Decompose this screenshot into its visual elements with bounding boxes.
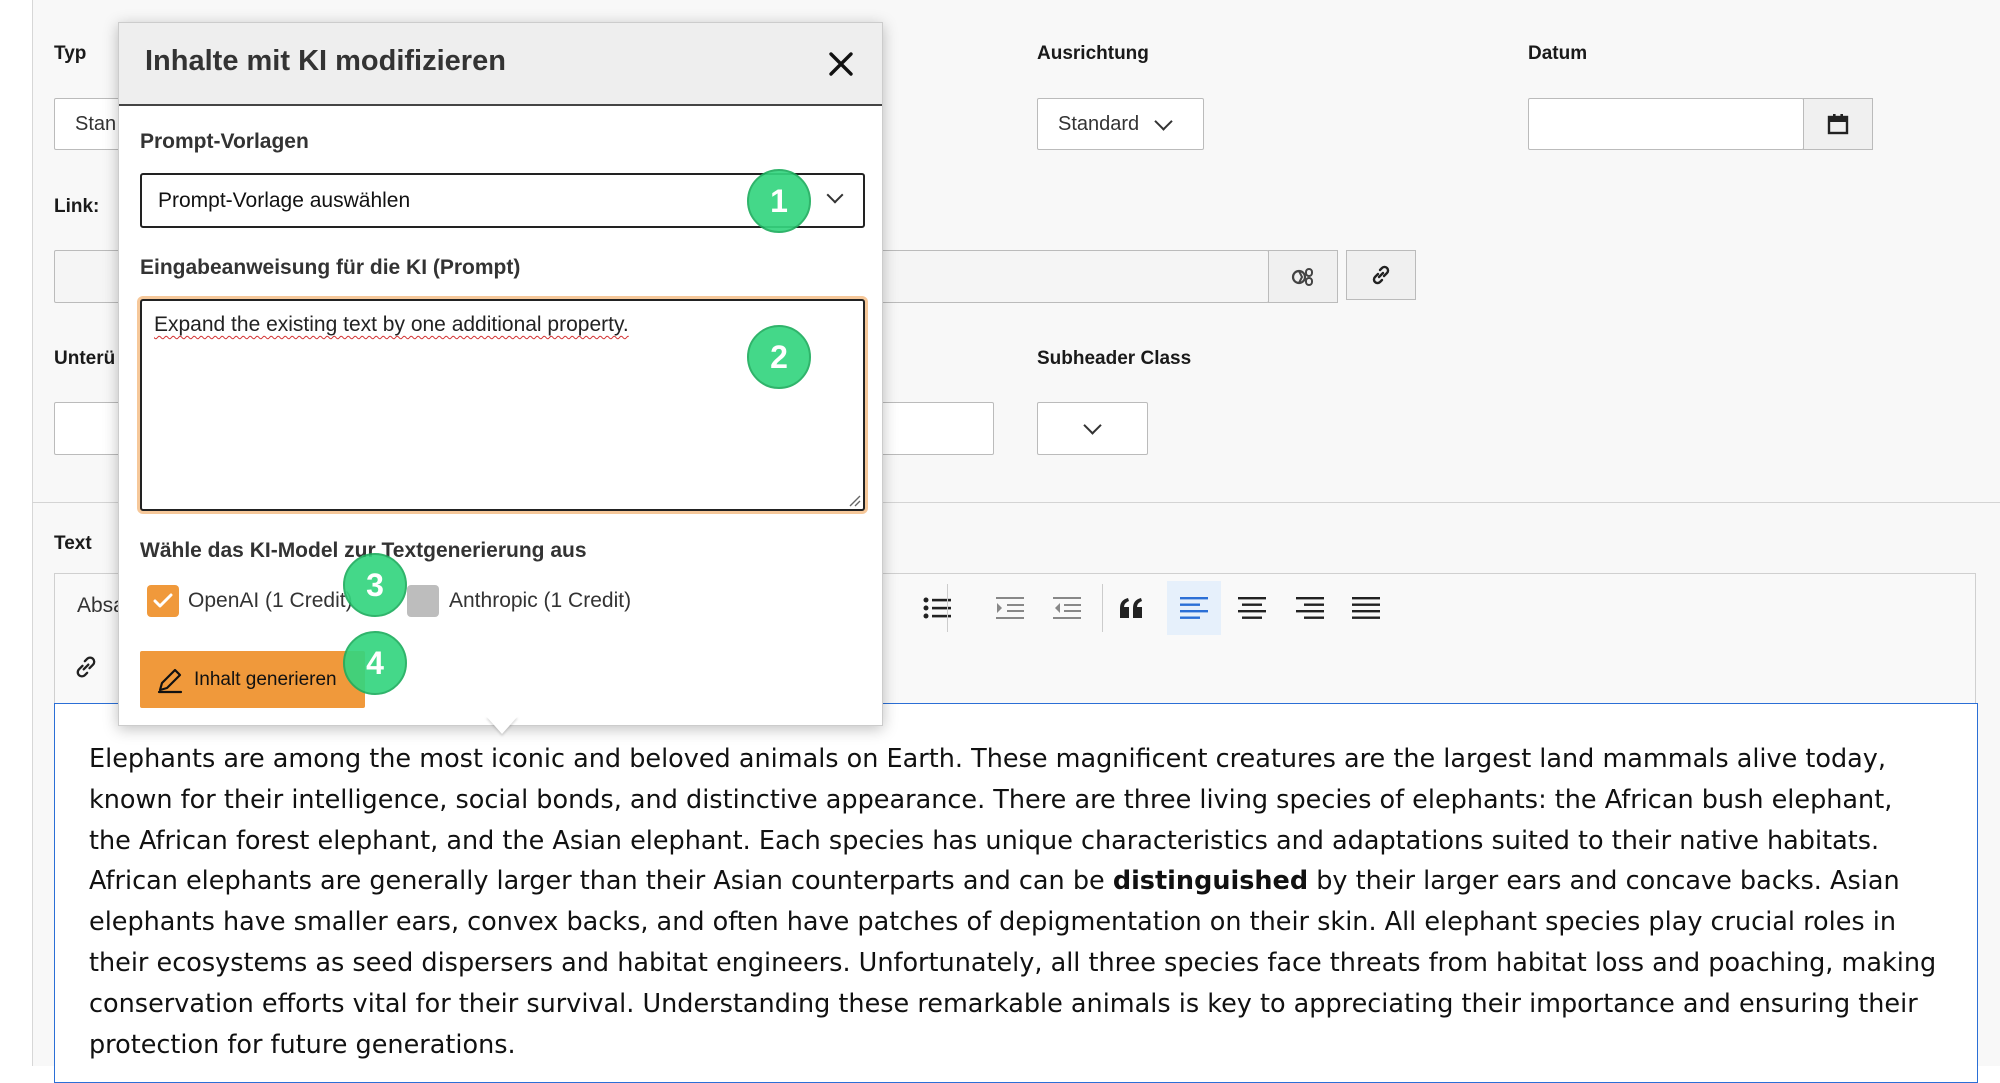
link-icon [1372, 265, 1390, 285]
ausrichtung-select-value: Standard [1058, 112, 1140, 135]
datum-input[interactable] [1528, 98, 1804, 150]
pencil-icon [157, 668, 183, 693]
align-justify-icon [1352, 597, 1380, 619]
popover-arrow [486, 716, 518, 734]
chevron-down-icon [1083, 416, 1102, 435]
align-right-icon [1296, 597, 1324, 619]
link-label: Link: [54, 196, 100, 217]
editor-link-button[interactable] [59, 640, 113, 694]
ausrichtung-label: Ausrichtung [1037, 43, 1149, 64]
blockquote-button[interactable] [1105, 581, 1159, 635]
prompt-textarea[interactable]: Expand the existing text by one addition… [140, 299, 865, 511]
align-center-button[interactable] [1225, 581, 1279, 635]
prompt-text: Expand the existing text by one addition… [154, 313, 629, 336]
link-icon [76, 656, 96, 678]
outdent-button[interactable] [1040, 581, 1094, 635]
subheader-class-select[interactable] [1037, 402, 1148, 455]
align-justify-button[interactable] [1339, 581, 1393, 635]
generate-content-button[interactable]: Inhalt generieren [140, 651, 365, 708]
datepicker-button[interactable] [1803, 98, 1873, 150]
openai-option-label[interactable]: OpenAI (1 Credit) [188, 589, 353, 613]
blockquote-icon [1120, 598, 1142, 618]
text-label: Text [54, 533, 92, 554]
prompt-template-value: Prompt-Vorlage auswählen [158, 188, 411, 212]
align-left-button[interactable] [1167, 581, 1221, 635]
anthropic-checkbox[interactable] [407, 585, 439, 617]
check-icon [153, 593, 173, 608]
rich-text-editor[interactable]: Elephants are among the most iconic and … [54, 703, 1978, 1083]
popover-title: Inhalte mit KI modifizieren [145, 45, 506, 77]
link-browser-button[interactable] [1268, 250, 1338, 303]
annotation-marker-2: 2 [747, 325, 811, 389]
link-button[interactable] [1346, 250, 1416, 300]
popover-header: Inhalte mit KI modifizieren [119, 23, 882, 106]
prompt-label: Eingabeanweisung für die KI (Prompt) [140, 256, 521, 279]
ausrichtung-select[interactable]: Standard [1037, 98, 1204, 150]
calendar-icon [1827, 114, 1849, 135]
unterueberschrift-label: Unterü [54, 348, 116, 369]
editor-content[interactable]: Elephants are among the most iconic and … [89, 739, 1939, 1065]
annotation-marker-3: 3 [343, 553, 407, 617]
align-left-icon [1180, 597, 1208, 619]
bullet-list-button[interactable] [911, 581, 965, 635]
datum-label: Datum [1528, 43, 1588, 64]
anthropic-option-label[interactable]: Anthropic (1 Credit) [449, 589, 631, 613]
editor-bold-text: distinguished [1112, 866, 1309, 897]
indent-button[interactable] [983, 581, 1037, 635]
typ-select-value: Stan [75, 112, 117, 135]
resize-handle-icon[interactable] [847, 493, 861, 507]
bullet-list-icon [923, 597, 951, 619]
align-right-button[interactable] [1283, 581, 1337, 635]
subheader-class-label: Subheader Class [1037, 348, 1192, 369]
annotation-marker-4: 4 [343, 631, 407, 695]
align-center-icon [1238, 597, 1266, 619]
annotation-marker-1: 1 [747, 169, 811, 233]
chevron-down-icon [1154, 111, 1173, 131]
link-browse-icon [1291, 267, 1313, 286]
typ-label: Typ [54, 43, 87, 64]
indent-icon [996, 597, 1024, 619]
prompt-templates-label: Prompt-Vorlagen [140, 130, 309, 153]
close-icon [829, 52, 853, 76]
generate-button-label: Inhalt generieren [194, 668, 337, 690]
chevron-down-icon [826, 186, 844, 204]
close-button[interactable] [822, 45, 860, 83]
outdent-icon [1053, 597, 1081, 619]
openai-checkbox[interactable] [147, 585, 179, 617]
